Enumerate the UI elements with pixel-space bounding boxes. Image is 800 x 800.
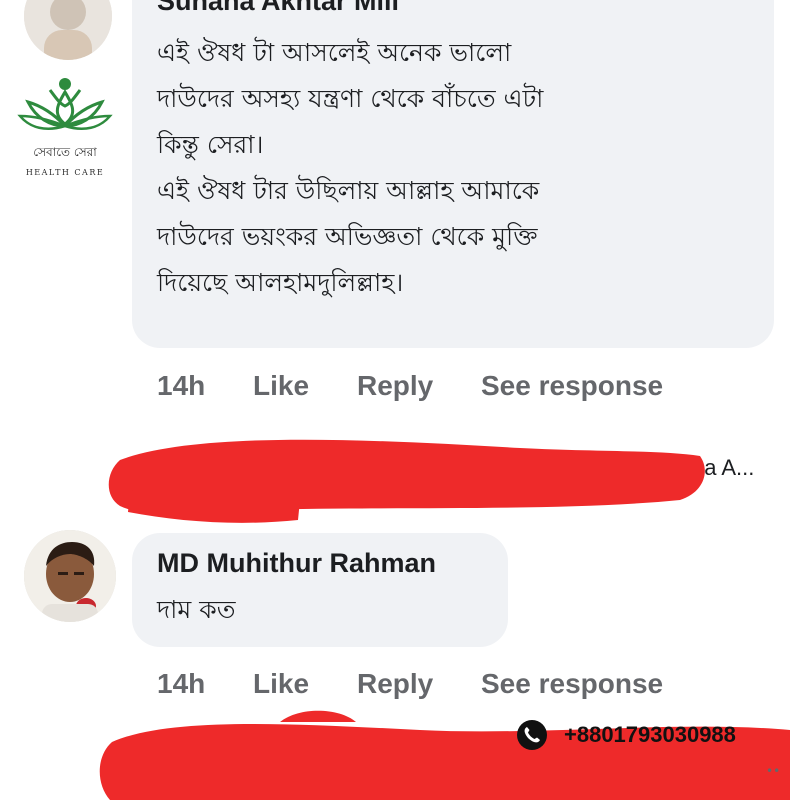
redaction-scribble bbox=[99, 710, 790, 800]
phone-icon bbox=[517, 720, 547, 750]
phone-contact[interactable]: +8801793030988 bbox=[516, 719, 736, 751]
phone-number: +8801793030988 bbox=[564, 722, 736, 747]
ellipsis-icon: •• bbox=[766, 764, 781, 778]
